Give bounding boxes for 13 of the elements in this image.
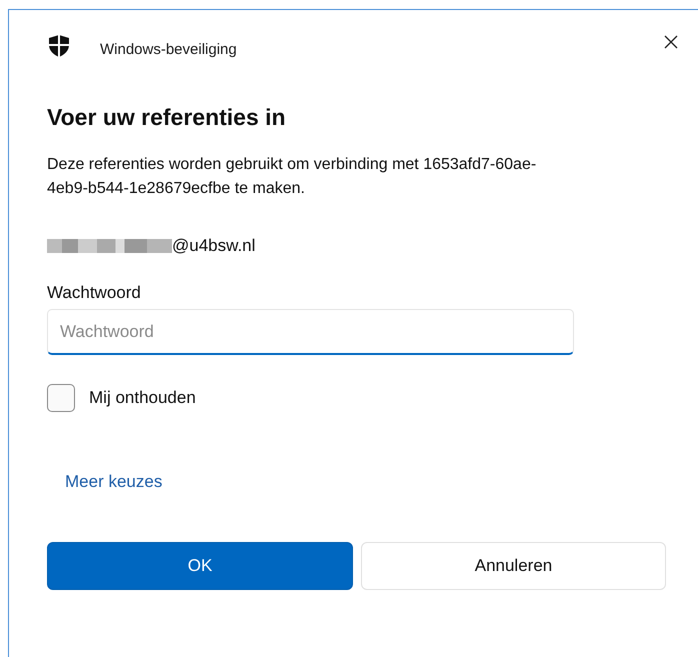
dialog-heading: Voer uw referenties in — [47, 104, 286, 131]
password-field[interactable]: Wachtwoord — [47, 309, 574, 355]
close-icon — [664, 35, 678, 49]
remember-label[interactable]: Mij onthouden — [89, 388, 196, 408]
ok-button[interactable]: OK — [47, 542, 353, 590]
shield-icon — [49, 35, 69, 57]
account-domain: @u4bsw.nl — [172, 236, 256, 256]
cancel-button[interactable]: Annuleren — [361, 542, 666, 590]
window-title: Windows-beveiliging — [100, 40, 237, 58]
remember-checkbox[interactable] — [47, 384, 75, 412]
password-label: Wachtwoord — [47, 283, 141, 303]
more-choices-link[interactable]: Meer keuzes — [65, 472, 162, 492]
description-text: Deze referenties worden gebruikt om verbinding met 1653afd7-60ae-4eb9-b544-1e28679ecfbe te maken. — [47, 155, 538, 199]
